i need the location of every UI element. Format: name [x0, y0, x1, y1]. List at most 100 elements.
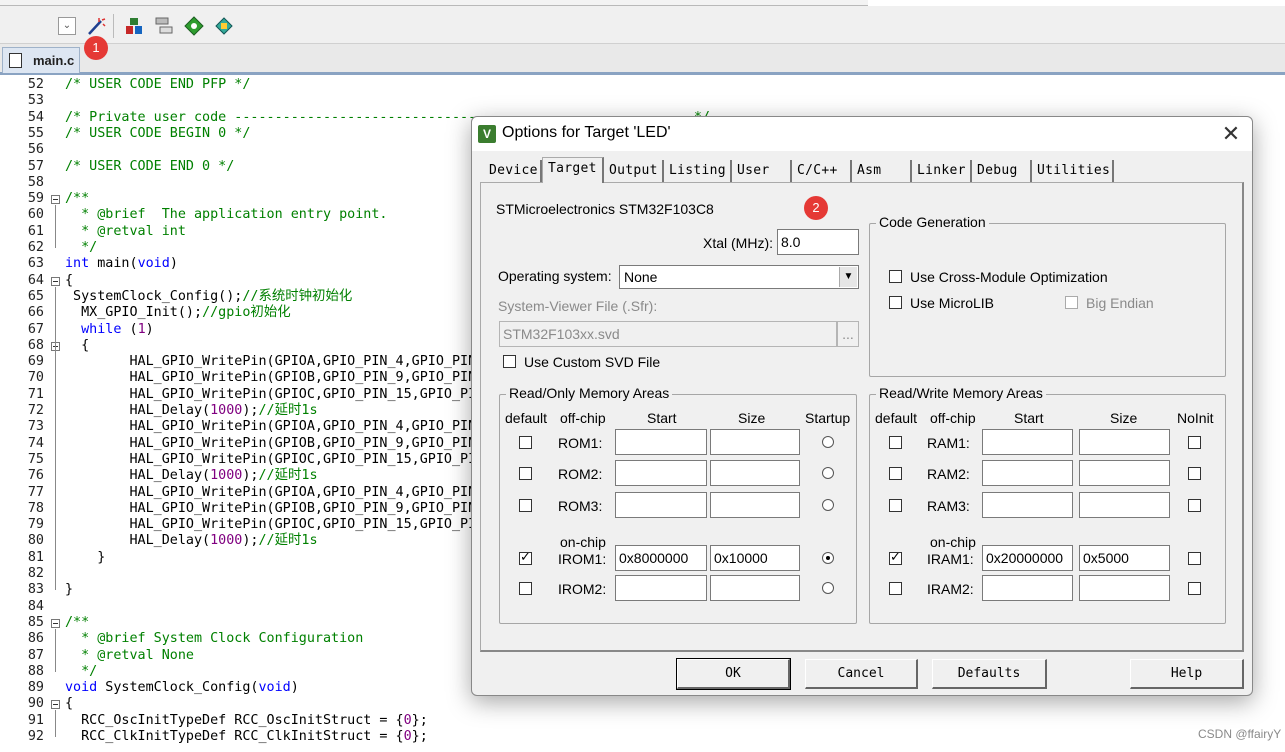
tab-target[interactable]: Target — [542, 157, 604, 183]
tab-user[interactable]: User — [732, 160, 792, 182]
noinit-checkbox[interactable] — [1188, 436, 1201, 449]
code-line[interactable]: /* USER CODE END PFP */ — [65, 77, 250, 93]
rw-start-input[interactable] — [982, 575, 1073, 601]
cross-module-checkbox[interactable] — [889, 270, 902, 283]
rw-default-checkbox[interactable] — [889, 549, 902, 565]
ro-default-checkbox[interactable] — [519, 549, 532, 565]
manage-project-icon[interactable] — [124, 16, 144, 36]
code-line[interactable]: /* USER CODE BEGIN 0 */ — [65, 126, 250, 142]
rw-size-input[interactable] — [1079, 460, 1170, 486]
code-line[interactable]: * @brief System Clock Configuration — [65, 631, 363, 647]
rw-default-checkbox[interactable] — [889, 582, 902, 595]
ro-default-checkbox[interactable] — [519, 499, 532, 512]
ro-default-checkbox[interactable] — [519, 467, 532, 480]
code-line[interactable]: RCC_OscInitTypeDef RCC_OscInitStruct = {… — [65, 713, 428, 729]
fold-toggle-icon[interactable] — [51, 700, 60, 710]
rw-size-input[interactable] — [1079, 575, 1170, 601]
code-line[interactable]: MX_GPIO_Init();//gpio初始化 — [65, 305, 291, 321]
tab-debug[interactable]: Debug — [972, 160, 1032, 182]
code-line[interactable]: HAL_GPIO_WritePin(GPIOC,GPIO_PIN_15,GPIO… — [65, 517, 532, 533]
rw-start-input[interactable]: 0x20000000 — [982, 545, 1073, 571]
ro-default-checkbox[interactable] — [519, 582, 532, 595]
startup-radio[interactable] — [822, 552, 834, 564]
code-line[interactable]: /** — [65, 615, 89, 631]
fold-toggle-icon[interactable] — [51, 276, 60, 286]
microlib-checkbox[interactable] — [889, 296, 902, 309]
noinit-checkbox[interactable] — [1188, 582, 1201, 595]
code-line[interactable]: HAL_GPIO_WritePin(GPIOA,GPIO_PIN_4,GPIO_… — [65, 354, 524, 370]
tab-utilities[interactable]: Utilities — [1032, 160, 1114, 182]
rw-default-checkbox[interactable] — [889, 467, 902, 480]
code-line[interactable]: HAL_GPIO_WritePin(GPIOB,GPIO_PIN_9,GPIO_… — [65, 501, 540, 517]
sfr-file-input[interactable]: STM32F103xx.svd — [499, 321, 837, 347]
code-line[interactable]: } — [65, 582, 73, 598]
components-icon[interactable] — [154, 16, 174, 36]
tab-output[interactable]: Output — [604, 160, 664, 182]
ro-size-input[interactable] — [710, 429, 800, 455]
code-line[interactable]: { — [65, 273, 73, 289]
defaults-button[interactable]: Defaults — [932, 659, 1047, 689]
code-line[interactable]: * @retval int — [65, 224, 186, 240]
rw-start-input[interactable] — [982, 492, 1073, 518]
code-line[interactable]: HAL_GPIO_WritePin(GPIOA,GPIO_PIN_4,GPIO_… — [65, 419, 540, 435]
ro-start-input[interactable] — [615, 429, 707, 455]
code-line[interactable]: RCC_ClkInitTypeDef RCC_ClkInitStruct = {… — [65, 729, 428, 745]
dropdown-arrow-icon[interactable]: ⌄ — [58, 17, 76, 35]
rw-default-checkbox[interactable] — [889, 436, 902, 449]
tab-asm[interactable]: Asm — [852, 160, 912, 182]
startup-radio[interactable] — [822, 582, 834, 594]
code-line[interactable]: * @brief The application entry point. — [65, 207, 387, 223]
fold-toggle-icon[interactable] — [51, 618, 60, 628]
noinit-checkbox[interactable] — [1188, 499, 1201, 512]
magic-wand-icon[interactable] — [86, 16, 106, 36]
code-line[interactable]: HAL_GPIO_WritePin(GPIOB,GPIO_PIN_9,GPIO_… — [65, 370, 540, 386]
rw-size-input[interactable] — [1079, 492, 1170, 518]
sfr-browse-button[interactable]: ... — [837, 321, 859, 347]
code-line[interactable]: * @retval None — [65, 648, 194, 664]
fold-toggle-icon[interactable] — [51, 195, 60, 205]
noinit-checkbox[interactable] — [1188, 552, 1201, 565]
startup-radio[interactable] — [822, 499, 834, 511]
code-line[interactable]: while (1) — [65, 322, 154, 338]
ro-default-checkbox[interactable] — [519, 436, 532, 449]
code-line[interactable]: SystemClock_Config();//系统时钟初始化 — [65, 289, 352, 305]
tab-listing[interactable]: Listing — [664, 160, 732, 182]
rw-size-input[interactable]: 0x5000 — [1079, 545, 1170, 571]
ro-size-input[interactable] — [710, 575, 800, 601]
code-line[interactable]: */ — [65, 240, 97, 256]
code-line[interactable]: /* USER CODE END 0 */ — [65, 159, 234, 175]
noinit-checkbox[interactable] — [1188, 467, 1201, 480]
custom-svd-checkbox[interactable] — [503, 355, 516, 368]
pack-installer-icon[interactable] — [214, 16, 234, 36]
code-line[interactable]: HAL_GPIO_WritePin(GPIOB,GPIO_PIN_9,GPIO_… — [65, 436, 524, 452]
xtal-input[interactable]: 8.0 — [777, 229, 859, 255]
ro-start-input[interactable]: 0x8000000 — [615, 545, 707, 571]
os-select[interactable]: None ▼ — [619, 265, 859, 289]
ro-start-input[interactable] — [615, 492, 707, 518]
rw-default-checkbox[interactable] — [889, 499, 902, 512]
rw-start-input[interactable] — [982, 460, 1073, 486]
ok-button[interactable]: OK — [676, 658, 791, 690]
help-button[interactable]: Help — [1130, 659, 1244, 689]
ro-start-input[interactable] — [615, 460, 707, 486]
ro-size-input[interactable] — [710, 492, 800, 518]
code-line[interactable]: HAL_Delay(1000);//延时1s — [65, 403, 317, 419]
tab-c-cpp[interactable]: C/C++ — [792, 160, 852, 182]
rw-start-input[interactable] — [982, 429, 1073, 455]
code-line[interactable]: /** — [65, 191, 89, 207]
ro-size-input[interactable]: 0x10000 — [710, 545, 800, 571]
tab-device[interactable]: Device — [484, 160, 542, 182]
rw-size-input[interactable] — [1079, 429, 1170, 455]
code-line[interactable]: { — [65, 338, 89, 354]
code-line[interactable]: HAL_Delay(1000);//延时1s — [65, 533, 317, 549]
chevron-down-icon[interactable]: ▼ — [839, 267, 857, 287]
ro-size-input[interactable] — [710, 460, 800, 486]
ro-start-input[interactable] — [615, 575, 707, 601]
tab-main-c[interactable]: main.c — [2, 47, 80, 73]
cancel-button[interactable]: Cancel — [805, 659, 918, 689]
startup-radio[interactable] — [822, 436, 834, 448]
startup-radio[interactable] — [822, 467, 834, 479]
code-line[interactable]: } — [65, 550, 105, 566]
close-icon[interactable]: ✕ — [1218, 121, 1244, 147]
code-line[interactable]: HAL_GPIO_WritePin(GPIOA,GPIO_PIN_4,GPIO_… — [65, 485, 540, 501]
